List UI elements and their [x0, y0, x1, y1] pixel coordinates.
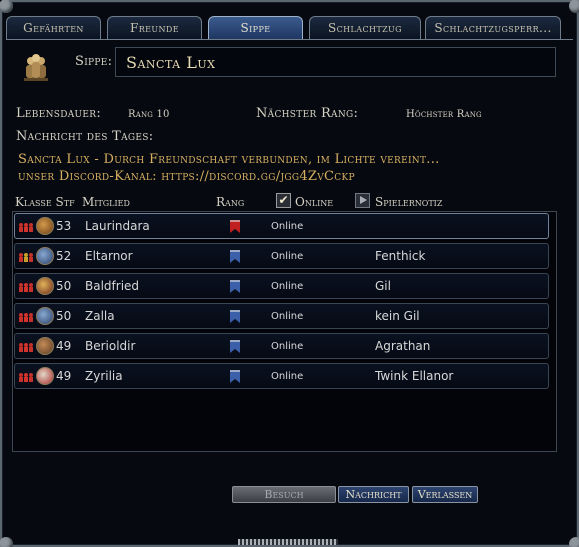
rank-banner-icon: [230, 280, 240, 293]
rank-banner-icon: [230, 220, 240, 233]
column-player-note[interactable]: Spielernotiz: [375, 195, 442, 209]
member-note[interactable]: Twink Ellanor: [375, 369, 453, 383]
burglar-class-icon: [36, 217, 54, 235]
member-name: Zalla: [85, 309, 115, 323]
corner-ornament-icon: [569, 537, 579, 547]
next-rank-value: Höchster Rang: [406, 109, 482, 120]
corner-ornament-icon: [569, 0, 579, 13]
member-name: Laurindara: [85, 219, 150, 233]
group-members-icon: [19, 223, 33, 232]
member-note[interactable]: Agrathan: [375, 339, 430, 353]
champion-class-icon: [36, 247, 54, 265]
lore-master-class-icon: [36, 277, 54, 295]
member-level: 49: [56, 369, 72, 383]
online-filter-label: Online: [295, 195, 334, 209]
tab-bar: Gefährten Freunde Sippe Schlachtzug Schl…: [6, 16, 573, 40]
member-row[interactable]: 50 Zalla Online kein Gil: [14, 303, 549, 329]
member-level: 50: [56, 279, 72, 293]
motd-label: Nachricht des Tages:: [16, 129, 154, 144]
group-members-icon: [19, 253, 33, 262]
tab-raid[interactable]: Schlachtzug: [309, 16, 421, 40]
member-level: 49: [56, 339, 72, 353]
member-status: Online: [271, 371, 304, 382]
lifetime-label: Lebensdauer:: [16, 106, 102, 121]
member-status: Online: [271, 281, 304, 292]
motd-line: unser Discord-Kanal: https://discord.gg/…: [18, 169, 355, 184]
corner-ornament-icon: [0, 537, 13, 547]
member-note[interactable]: kein Gil: [375, 309, 420, 323]
column-member[interactable]: Mitglied: [82, 195, 130, 209]
tab-kinship[interactable]: Sippe: [208, 16, 303, 40]
member-status: Online: [271, 251, 304, 262]
group-members-icon: [19, 313, 33, 322]
resize-grip[interactable]: [238, 539, 338, 545]
message-of-the-day: Sancta Lux - Durch Freundschaft verbunde…: [18, 151, 440, 185]
member-name: Berioldir: [85, 339, 136, 353]
member-row[interactable]: 49 Zyrilia Online Twink Ellanor: [14, 363, 549, 389]
member-level: 52: [56, 249, 72, 263]
column-class-level[interactable]: Klasse Stf: [15, 195, 75, 209]
rank-banner-icon: [230, 340, 240, 353]
kinship-emblem-icon: [24, 54, 48, 81]
tab-friends[interactable]: Freunde: [107, 16, 202, 40]
member-name: Eltarnor: [85, 249, 133, 263]
member-note[interactable]: Fenthick: [375, 249, 425, 263]
member-level: 53: [56, 219, 72, 233]
tab-fellowship[interactable]: Gefährten: [6, 16, 101, 40]
kinship-name-field: Sancta Lux: [115, 47, 556, 77]
tab-divider: [6, 39, 573, 40]
member-level: 50: [56, 309, 72, 323]
member-status: Online: [271, 311, 304, 322]
lifetime-value: Rang 10: [128, 109, 170, 120]
member-note[interactable]: Gil: [375, 279, 391, 293]
member-status: Online: [271, 221, 304, 232]
member-row[interactable]: 52 Eltarnor Online Fenthick: [14, 243, 549, 269]
member-row[interactable]: 50 Baldfried Online Gil: [14, 273, 549, 299]
expand-arrow-icon[interactable]: [355, 193, 370, 208]
online-filter-checkbox[interactable]: ✔: [276, 193, 291, 208]
tab-raid-lockouts[interactable]: Schlachtzugsperr...: [425, 16, 561, 40]
rank-banner-icon: [230, 310, 240, 323]
corner-ornament-icon: [0, 0, 13, 13]
captain-class-icon: [36, 337, 54, 355]
rank-banner-icon: [230, 250, 240, 263]
group-members-icon: [19, 373, 33, 382]
member-status: Online: [271, 341, 304, 352]
visit-button[interactable]: Besuch: [232, 486, 336, 503]
next-rank-label: Nächster Rang:: [256, 106, 359, 121]
group-members-icon: [19, 283, 33, 292]
group-members-icon: [19, 343, 33, 352]
rank-banner-icon: [230, 370, 240, 383]
message-button[interactable]: Nachricht: [338, 486, 409, 503]
member-name: Baldfried: [85, 279, 140, 293]
guardian-class-icon: [36, 367, 54, 385]
kinship-name-label: Sippe:: [75, 54, 113, 69]
leave-button[interactable]: Verlassen: [412, 486, 478, 503]
member-row[interactable]: 53 Laurindara Online: [14, 213, 549, 239]
member-row[interactable]: 49 Berioldir Online Agrathan: [14, 333, 549, 359]
champion-class-icon: [36, 307, 54, 325]
motd-line: Sancta Lux - Durch Freundschaft verbunde…: [18, 152, 440, 167]
member-name: Zyrilia: [85, 369, 123, 383]
column-rank[interactable]: Rang: [216, 195, 244, 209]
